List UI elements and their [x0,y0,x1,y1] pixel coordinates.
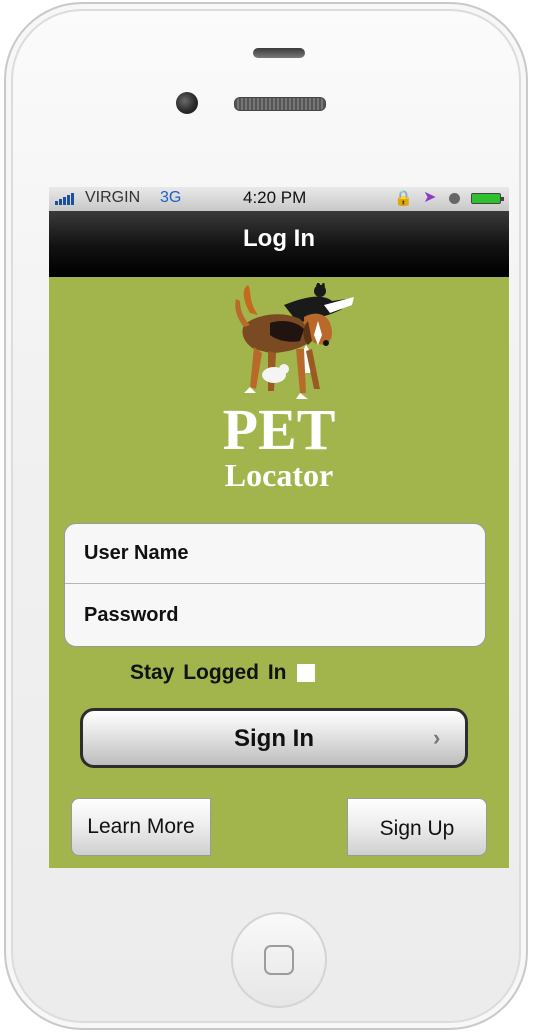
stay-logged-in-label: Stay Logged In [130,661,287,684]
signal-icon [55,193,74,205]
lock-rotation-icon: 🔒 [394,190,413,207]
screen: VIRGIN 3G 4:20 PM 🔒 ➤ Log In PET Locator… [49,187,509,868]
chevron-right-icon: › [433,725,441,750]
home-button[interactable] [231,912,327,1008]
status-bar: VIRGIN 3G 4:20 PM 🔒 ➤ [49,187,509,211]
battery-icon [471,193,504,204]
password-input[interactable] [65,585,485,645]
username-input[interactable] [65,524,485,584]
status-time: 4:20 PM [243,188,307,207]
speaker-grille [234,97,326,111]
home-square-icon [264,945,294,975]
stay-logged-in-checkbox[interactable] [296,664,315,682]
phone-frame: VIRGIN 3G 4:20 PM 🔒 ➤ Log In PET Locator… [4,2,528,1030]
dog-and-cat-icon [235,283,354,399]
stay-logged-in-row: Stay Logged In [130,659,315,687]
logo-text-pet: PET [222,397,336,462]
nav-bar: Log In [49,211,509,277]
alarm-icon [449,193,460,204]
sign-in-label: Sign In [234,725,314,752]
sign-in-button[interactable]: Sign In › [80,708,468,768]
earpiece [253,48,305,58]
carrier-name: VIRGIN [85,189,141,206]
logo-text-locator: Locator [224,457,334,493]
location-icon: ➤ [423,189,437,206]
page-title: Log In [243,225,315,252]
login-form [64,523,486,647]
network-type: 3G [160,189,182,206]
front-camera [176,92,198,114]
learn-more-button[interactable]: Learn More [71,798,211,856]
sign-up-button[interactable]: Sign Up [347,798,487,856]
